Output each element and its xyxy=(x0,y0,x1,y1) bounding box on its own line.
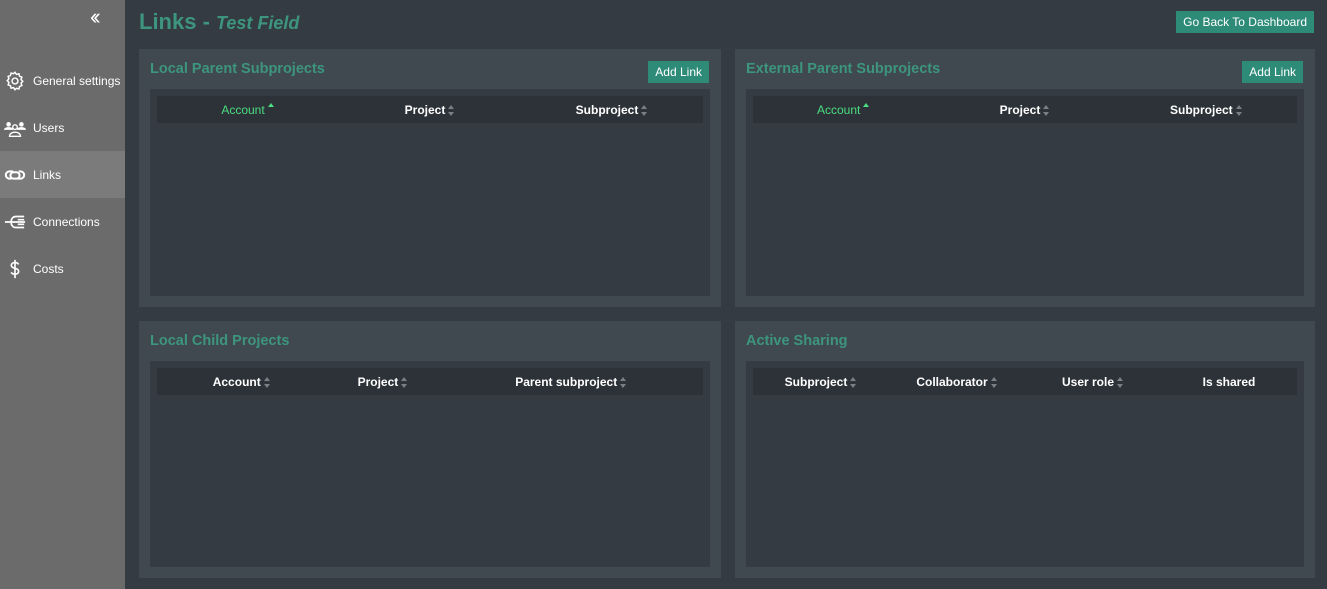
column-header-subproject[interactable]: Subproject xyxy=(1116,103,1297,117)
sidebar-item-label: Users xyxy=(33,120,65,135)
active-sharing-table: Subproject Collaborator User role Is sha… xyxy=(746,361,1304,567)
page-title: Links - Test Field xyxy=(139,9,299,35)
column-header-collaborator[interactable]: Collaborator xyxy=(889,375,1025,389)
panel-title: Local Child Projects xyxy=(150,333,290,349)
column-label: Project xyxy=(404,102,446,117)
sort-icon xyxy=(263,376,271,388)
column-label: Account xyxy=(221,102,265,117)
sidebar-item-general-settings[interactable]: General settings xyxy=(0,57,125,104)
sidebar: ‹‹ General settings Users Links Connecti… xyxy=(0,0,125,589)
users-icon xyxy=(4,121,26,137)
double-chevron-left-icon[interactable]: ‹‹ xyxy=(90,6,100,28)
page-title-text: Links - xyxy=(139,9,210,34)
column-label: Subproject xyxy=(575,102,639,117)
sort-icon xyxy=(1117,376,1124,388)
sidebar-item-connections[interactable]: Connections xyxy=(0,198,125,245)
sidebar-item-label: General settings xyxy=(33,73,121,88)
sort-ascending-icon xyxy=(267,102,275,116)
add-link-button[interactable]: Add Link xyxy=(648,61,709,83)
table-header: Account Project Subproject xyxy=(157,96,703,123)
column-label: Account xyxy=(212,374,261,389)
link-icon xyxy=(4,169,26,180)
local-parent-subprojects-panel: Local Parent Subprojects Add Link Accoun… xyxy=(139,49,721,307)
external-parent-subprojects-panel: External Parent Subprojects Add Link Acc… xyxy=(735,49,1315,307)
column-header-user-role[interactable]: User role xyxy=(1025,375,1161,389)
local-child-projects-panel: Local Child Projects Account Project Par… xyxy=(139,321,721,578)
sort-icon xyxy=(448,104,455,116)
local-parent-table: Account Project Subproject xyxy=(150,89,710,296)
table-header: Account Project Parent subproject xyxy=(157,368,703,395)
dollar-icon xyxy=(10,259,20,278)
add-link-button[interactable]: Add Link xyxy=(1242,61,1303,83)
sidebar-nav: General settings Users Links Connections… xyxy=(0,57,125,292)
column-header-account[interactable]: Account xyxy=(157,375,326,389)
panel-title: External Parent Subprojects xyxy=(746,61,941,77)
column-label: Subproject xyxy=(784,374,848,389)
column-header-project[interactable]: Project xyxy=(934,103,1115,117)
sort-icon xyxy=(620,376,627,388)
table-header: Account Project Subproject xyxy=(753,96,1297,123)
sort-ascending-icon xyxy=(863,102,870,116)
sort-icon xyxy=(401,376,408,388)
sort-icon xyxy=(990,376,998,388)
panel-title: Active Sharing xyxy=(746,333,848,349)
sidebar-item-label: Costs xyxy=(33,261,64,276)
column-label: User role xyxy=(1061,374,1115,389)
sort-icon xyxy=(641,104,648,116)
local-child-table: Account Project Parent subproject xyxy=(150,361,710,567)
page-subtitle: Test Field xyxy=(216,13,300,33)
column-header-account[interactable]: Account xyxy=(157,103,339,117)
connections-icon xyxy=(4,215,26,228)
sidebar-item-costs[interactable]: Costs xyxy=(0,245,125,292)
column-header-project[interactable]: Project xyxy=(339,103,521,117)
table-header: Subproject Collaborator User role Is sha… xyxy=(753,368,1297,395)
column-header-is-shared: Is shared xyxy=(1161,375,1297,389)
sidebar-item-label: Connections xyxy=(33,214,100,229)
sidebar-item-users[interactable]: Users xyxy=(0,104,125,151)
sidebar-item-links[interactable]: Links xyxy=(0,151,125,198)
external-parent-table: Account Project Subproject xyxy=(746,89,1304,296)
column-label: Project xyxy=(357,374,399,389)
main-content: Links - Test Field Go Back To Dashboard … xyxy=(125,0,1327,589)
gear-icon xyxy=(6,70,24,91)
column-header-project[interactable]: Project xyxy=(326,375,439,389)
column-header-subproject[interactable]: Subproject xyxy=(521,103,703,117)
column-label: Parent subproject xyxy=(515,374,618,389)
go-back-to-dashboard-button[interactable]: Go Back To Dashboard xyxy=(1176,11,1314,33)
active-sharing-panel: Active Sharing Subproject Collaborator U… xyxy=(735,321,1315,578)
column-label: Project xyxy=(999,102,1041,117)
column-label: Is shared xyxy=(1202,374,1256,389)
sort-icon xyxy=(1043,104,1050,116)
column-header-parent-subproject[interactable]: Parent subproject xyxy=(439,375,703,389)
column-label: Account xyxy=(816,102,861,117)
column-header-subproject[interactable]: Subproject xyxy=(753,375,889,389)
column-header-account[interactable]: Account xyxy=(753,103,934,117)
sort-icon xyxy=(1235,104,1243,116)
sort-icon xyxy=(850,376,857,388)
column-label: Subproject xyxy=(1169,102,1233,117)
panel-title: Local Parent Subprojects xyxy=(150,61,325,77)
sidebar-item-label: Links xyxy=(33,167,62,182)
column-label: Collaborator xyxy=(916,374,988,389)
